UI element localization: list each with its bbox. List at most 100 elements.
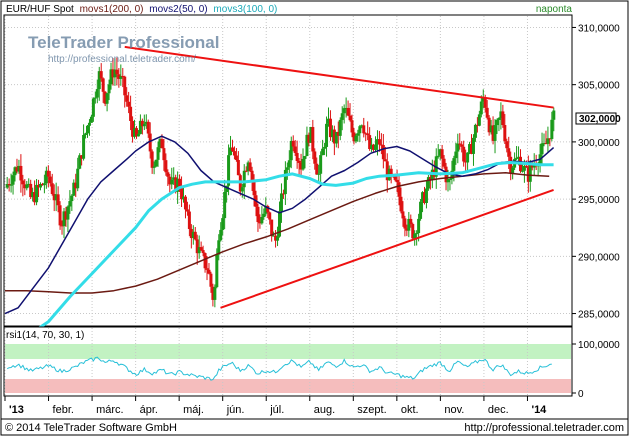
candle-body: [252, 180, 256, 196]
candle-body: [136, 133, 140, 137]
candle-body: [315, 163, 319, 175]
rsi-tick-label: 0: [578, 389, 584, 400]
candle-body: [448, 179, 452, 181]
candle-body: [415, 233, 419, 235]
candle-body: [152, 166, 156, 168]
time-tick-label: júl.: [269, 404, 284, 416]
candle-body: [209, 273, 213, 287]
candle-body: [424, 188, 428, 204]
candle-body: [303, 156, 307, 159]
candle-body: [250, 170, 254, 181]
candle-body: [215, 254, 219, 288]
candle-body: [436, 155, 440, 157]
time-tick-label: febr.: [53, 404, 74, 416]
price-tick-label: 310,0000: [578, 23, 620, 34]
candle-body: [511, 167, 515, 174]
time-tick-label: jún.: [226, 404, 245, 416]
candle-body: [276, 236, 280, 241]
period-label: naponta: [536, 4, 573, 15]
candle-body: [21, 180, 25, 185]
price-axis: 310,0000 305,0000 300,0000 295,0000 290,0000…: [572, 23, 620, 321]
candle-body: [95, 89, 99, 98]
candle-body: [313, 151, 317, 164]
candle-body: [248, 162, 252, 171]
candle-body: [409, 218, 413, 225]
candle-body: [170, 179, 174, 185]
candle-body: [154, 159, 158, 167]
watermark: TeleTrader Professional http://professio…: [28, 33, 219, 65]
candle-body: [550, 119, 554, 139]
price-tick-label: 290,0000: [578, 252, 620, 263]
candle-body: [150, 151, 154, 168]
time-tick-label: máj.: [183, 404, 204, 416]
candle-body: [221, 218, 225, 230]
candle-body: [205, 268, 209, 270]
time-tick-label: '13: [9, 404, 24, 416]
candle-body: [236, 159, 240, 176]
candle-body: [203, 253, 207, 269]
candle-body: [317, 173, 321, 175]
candle-body: [350, 120, 354, 133]
candle-body: [58, 205, 62, 226]
candle-body: [321, 148, 325, 156]
candle-body: [399, 196, 403, 212]
candle-body: [419, 201, 423, 219]
candle-body: [403, 218, 407, 229]
candle-body: [219, 229, 223, 241]
candle-body: [76, 168, 80, 189]
candle-body: [279, 193, 283, 212]
candle-body: [301, 158, 305, 170]
candle-body: [230, 147, 234, 152]
candle-body: [325, 123, 329, 147]
rsi-oversold-zone: [5, 379, 571, 393]
rsi-label: rsi1(14, 70, 30, 1): [6, 330, 84, 341]
candle-body: [319, 155, 323, 174]
candle-body: [383, 159, 387, 162]
last-price-marker: 302,0000: [575, 112, 621, 125]
candle-body: [381, 145, 385, 160]
candle-body: [56, 194, 60, 206]
candle-body: [485, 107, 489, 118]
watermark-brand: TeleTrader Professional: [28, 33, 219, 52]
candle-body: [524, 165, 528, 168]
time-tick-label: nov.: [444, 404, 464, 416]
chart-header: EUR/HUF Spot movs1(200, 0) movs2(50, 0) …: [6, 4, 277, 15]
candle-body: [495, 119, 499, 126]
watermark-url: http://professional.teletrader.com/: [48, 54, 196, 65]
candle-body: [232, 151, 236, 156]
candle-body: [515, 157, 519, 159]
candle-body: [125, 95, 129, 102]
candle-body: [166, 172, 170, 177]
candle-body: [9, 184, 13, 186]
candle-body: [505, 141, 509, 149]
candle-body: [107, 84, 111, 94]
candle-body: [552, 110, 556, 120]
candle-body: [99, 71, 103, 79]
candle-body: [146, 121, 150, 134]
candle-body: [354, 135, 358, 142]
candle-body: [483, 97, 487, 108]
candle-body: [497, 117, 501, 120]
candle-body: [458, 143, 462, 145]
candle-body: [473, 124, 477, 138]
candle-body: [401, 211, 405, 219]
time-axis: '13 febr. márc. ápr. máj. jún. júl. aug. szept. o…: [4, 396, 547, 416]
candle-body: [185, 209, 189, 212]
movs3-label: movs3(100, 0): [213, 4, 277, 15]
candle-body: [397, 182, 401, 197]
copyright-text: © 2014 TeleTrader Software GmbH: [5, 422, 177, 434]
candle-body: [479, 101, 483, 115]
candle-body: [42, 183, 46, 186]
candle-body: [452, 158, 456, 171]
rsi-pane: rsi1(14, 70, 30, 1): [3, 326, 573, 397]
time-tick-label: ápr.: [140, 404, 158, 416]
candle-body: [48, 176, 52, 184]
candle-body: [223, 191, 227, 219]
footer-url: http://professional.teletrader.com: [464, 422, 624, 434]
candle-body: [84, 133, 88, 135]
candle-body: [35, 184, 39, 203]
candle-body: [460, 144, 464, 147]
candle-body: [507, 148, 511, 157]
candle-body: [377, 139, 381, 145]
candle-body: [87, 122, 91, 126]
